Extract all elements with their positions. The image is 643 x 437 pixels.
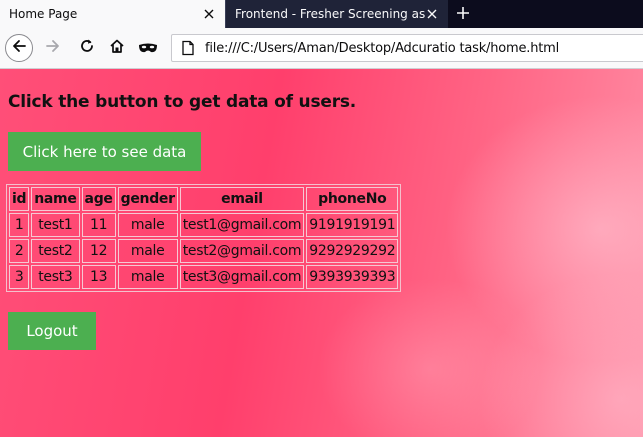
- close-icon[interactable]: [424, 6, 440, 22]
- back-button[interactable]: [3, 33, 35, 63]
- navigation-toolbar: file:///C:/Users/Aman/Desktop/Adcuratio …: [0, 28, 643, 69]
- plus-icon: [456, 5, 470, 24]
- home-icon: [109, 38, 125, 58]
- url-text: file:///C:/Users/Aman/Desktop/Adcuratio …: [205, 40, 560, 56]
- table-row: 1 test1 11 male test1@gmail.com 91919191…: [9, 213, 399, 237]
- new-tab-button[interactable]: [448, 0, 478, 28]
- close-icon[interactable]: [201, 6, 217, 22]
- see-data-button[interactable]: Click here to see data: [8, 132, 201, 171]
- cell-email: test3@gmail.com: [179, 265, 305, 289]
- tab-home-page[interactable]: Home Page: [0, 0, 225, 28]
- users-table: id name age gender email phoneNo 1 test1…: [6, 184, 402, 292]
- cell-email: test2@gmail.com: [179, 239, 305, 263]
- column-header-id: id: [9, 187, 30, 211]
- cell-email: test1@gmail.com: [179, 213, 305, 237]
- cell-phone: 9191919191: [306, 213, 399, 237]
- forward-button[interactable]: [39, 33, 67, 63]
- cell-gender: male: [117, 239, 178, 263]
- tab-frontend-screening[interactable]: Frontend - Fresher Screening assig: [225, 0, 448, 28]
- table-header-row: id name age gender email phoneNo: [9, 187, 399, 211]
- forward-arrow-icon: [45, 38, 61, 58]
- cell-phone: 9393939393: [306, 265, 399, 289]
- cell-age: 12: [81, 239, 116, 263]
- back-arrow-icon: [11, 38, 27, 58]
- cell-age: 11: [81, 213, 116, 237]
- page-content: Click the button to get data of users. C…: [0, 69, 643, 437]
- private-mask-icon: [138, 39, 158, 58]
- address-bar[interactable]: file:///C:/Users/Aman/Desktop/Adcuratio …: [171, 34, 643, 62]
- cell-name: test1: [31, 213, 80, 237]
- cell-name: test2: [31, 239, 80, 263]
- page-heading: Click the button to get data of users.: [8, 92, 357, 112]
- cell-id: 2: [9, 239, 30, 263]
- cell-age: 13: [81, 265, 116, 289]
- cell-gender: male: [117, 213, 178, 237]
- page-icon: [180, 40, 196, 56]
- cell-id: 1: [9, 213, 30, 237]
- column-header-phone: phoneNo: [306, 187, 399, 211]
- cell-id: 3: [9, 265, 30, 289]
- tab-title: Frontend - Fresher Screening assig: [235, 7, 425, 21]
- column-header-age: age: [81, 187, 116, 211]
- reload-icon: [79, 38, 95, 58]
- cell-gender: male: [117, 265, 178, 289]
- logout-button[interactable]: Logout: [8, 312, 96, 350]
- home-button[interactable]: [103, 33, 131, 63]
- tab-strip: Home Page Frontend - Fresher Screening a…: [0, 0, 643, 28]
- private-browsing-button[interactable]: [133, 33, 163, 63]
- column-header-gender: gender: [117, 187, 178, 211]
- column-header-name: name: [31, 187, 80, 211]
- cell-name: test3: [31, 265, 80, 289]
- column-header-email: email: [179, 187, 305, 211]
- reload-button[interactable]: [73, 33, 101, 63]
- cell-phone: 9292929292: [306, 239, 399, 263]
- table-row: 2 test2 12 male test2@gmail.com 92929292…: [9, 239, 399, 263]
- tab-title: Home Page: [9, 7, 78, 21]
- table-row: 3 test3 13 male test3@gmail.com 93939393…: [9, 265, 399, 289]
